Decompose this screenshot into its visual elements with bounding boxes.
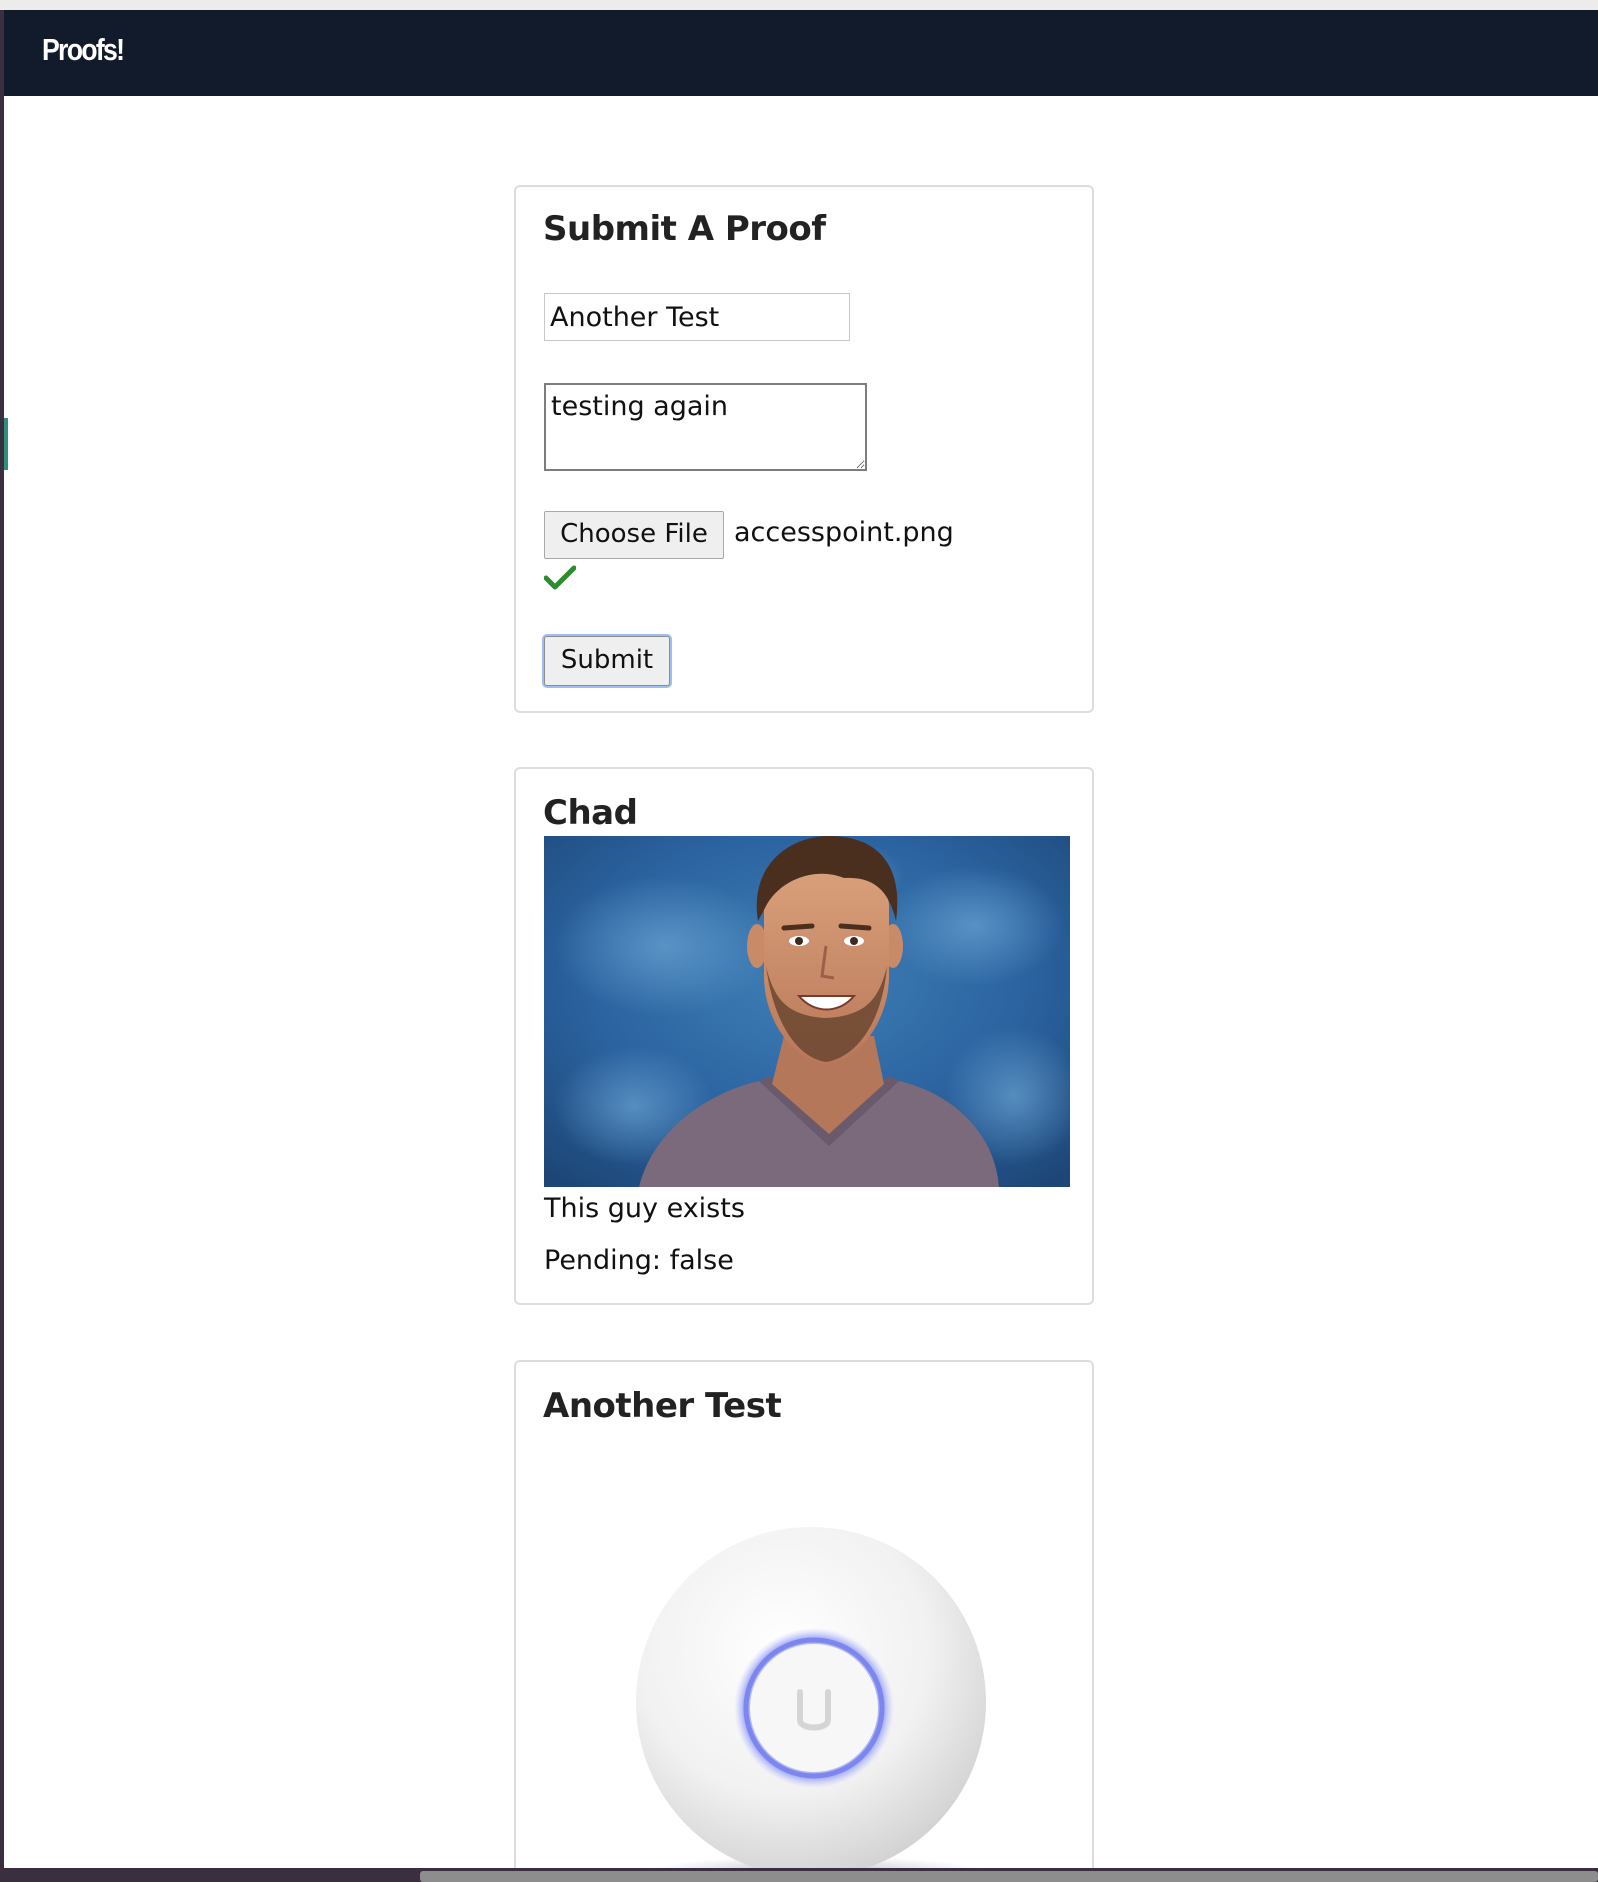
proof-card: Another Test xyxy=(514,1360,1094,1868)
submit-proof-card: Submit A Proof testing again Choose File… xyxy=(514,185,1094,713)
pending-label: Pending: xyxy=(544,1245,662,1276)
proof-description: This guy exists xyxy=(544,1193,745,1224)
pending-value: false xyxy=(669,1245,734,1276)
proof-card: Chad This guy exists Pending: false xyxy=(514,767,1094,1305)
description-textarea[interactable]: testing again xyxy=(544,383,867,471)
left-edge-accent xyxy=(4,418,8,470)
brand-logo[interactable]: Proofs! xyxy=(42,32,125,68)
browser-top-strip xyxy=(0,0,1598,10)
proof-pending-status: Pending: false xyxy=(544,1245,734,1276)
submit-button[interactable]: Submit xyxy=(544,636,670,686)
page: Proofs! Submit A Proof testing again Cho… xyxy=(4,10,1598,1868)
proof-title: Another Test xyxy=(543,1386,782,1426)
title-input[interactable] xyxy=(544,293,850,341)
checkmark-icon xyxy=(544,565,576,590)
access-point-photo-icon xyxy=(636,1527,986,1868)
horizontal-scrollbar[interactable] xyxy=(0,1868,1598,1882)
portrait-photo-icon xyxy=(544,836,1070,1187)
navbar: Proofs! xyxy=(4,10,1598,96)
proof-title: Chad xyxy=(543,793,638,833)
submit-proof-heading: Submit A Proof xyxy=(543,209,826,249)
choose-file-button[interactable]: Choose File xyxy=(544,511,724,559)
selected-file-name: accesspoint.png xyxy=(734,517,954,548)
scrollbar-thumb[interactable] xyxy=(420,1871,1598,1882)
